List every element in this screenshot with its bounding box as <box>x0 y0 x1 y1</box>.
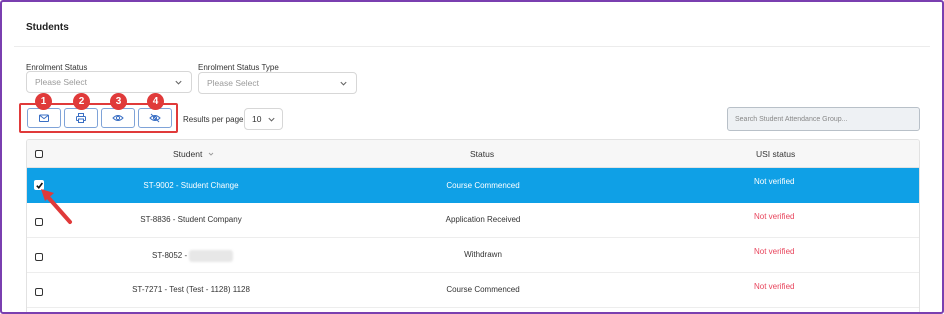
eye-off-icon <box>149 113 161 123</box>
usi-status-cell: Not verified <box>754 282 795 291</box>
annotation-badge-2: 2 <box>73 93 90 110</box>
email-button[interactable] <box>27 108 61 128</box>
title-divider <box>14 46 930 47</box>
print-button[interactable] <box>64 108 98 128</box>
column-header-student[interactable]: Student <box>173 149 214 159</box>
eye-icon <box>112 115 124 121</box>
view-button[interactable] <box>101 108 135 128</box>
page-title: Students <box>26 22 69 33</box>
table-row[interactable]: ST-9002 - Student Change Course Commence… <box>27 168 919 203</box>
enrolment-status-select[interactable]: Please Select <box>26 71 192 93</box>
search-placeholder: Search Student Attendance Group... <box>735 115 848 123</box>
annotation-badge-1: 1 <box>35 93 52 110</box>
enrolment-status-type-placeholder: Please Select <box>207 78 259 88</box>
column-header-status: Status <box>470 149 495 159</box>
chevron-down-icon <box>340 81 347 86</box>
annotation-badge-3: 3 <box>110 93 127 110</box>
table-row[interactable]: ST-8052 - Withdrawn Not verified <box>27 238 919 273</box>
column-header-student-label: Student <box>173 149 203 159</box>
chevron-down-icon <box>175 80 182 85</box>
results-per-page-value: 10 <box>252 114 262 124</box>
student-cell[interactable]: ST-9002 - Student Change <box>143 181 238 190</box>
hide-button[interactable] <box>138 108 172 128</box>
enrolment-status-type-select[interactable]: Please Select <box>198 72 357 94</box>
table-row[interactable]: ST-8836 - Student Company Application Re… <box>27 203 919 238</box>
row-checkbox[interactable] <box>35 253 43 261</box>
row-checkbox[interactable] <box>35 288 43 296</box>
results-per-page-label: Results per page <box>183 115 244 124</box>
printer-icon <box>76 113 86 123</box>
annotation-badge-4: 4 <box>147 93 164 110</box>
table-header: Student Status USI status <box>27 140 919 168</box>
usi-status-cell: Not verified <box>754 247 795 256</box>
enrolment-status-placeholder: Please Select <box>35 77 87 87</box>
student-cell[interactable]: ST-8836 - Student Company <box>140 215 241 224</box>
status-cell: Withdrawn <box>464 250 502 259</box>
envelope-icon <box>39 114 49 122</box>
redacted-name <box>189 250 234 262</box>
results-per-page-select[interactable]: 10 <box>244 108 283 130</box>
status-cell: Application Received <box>445 215 521 224</box>
students-table: Student Status USI status ST-9002 - Stud… <box>26 139 920 312</box>
students-panel: Students Enrolment Status Please Select … <box>0 0 944 314</box>
status-cell: Course Commenced <box>446 181 520 190</box>
status-cell: Course Commenced <box>446 285 520 294</box>
usi-status-cell: Not verified <box>754 212 795 221</box>
table-row[interactable]: ST-7271 - Test (Test - 1128) 1128 Course… <box>27 273 919 308</box>
chevron-down-icon <box>268 117 275 122</box>
usi-status-cell: Not verified <box>754 177 795 186</box>
annotation-arrow-icon <box>41 189 72 224</box>
sort-chevron-icon <box>208 152 214 156</box>
select-all-checkbox[interactable] <box>35 150 43 158</box>
search-input[interactable]: Search Student Attendance Group... <box>727 107 920 131</box>
enrolment-status-type-label: Enrolment Status Type <box>198 63 279 72</box>
student-cell[interactable]: ST-8052 - <box>152 250 234 262</box>
column-header-usi-status: USI status <box>756 149 796 159</box>
student-id: ST-8052 - <box>152 251 188 261</box>
student-cell[interactable]: ST-7271 - Test (Test - 1128) 1128 <box>132 285 250 294</box>
